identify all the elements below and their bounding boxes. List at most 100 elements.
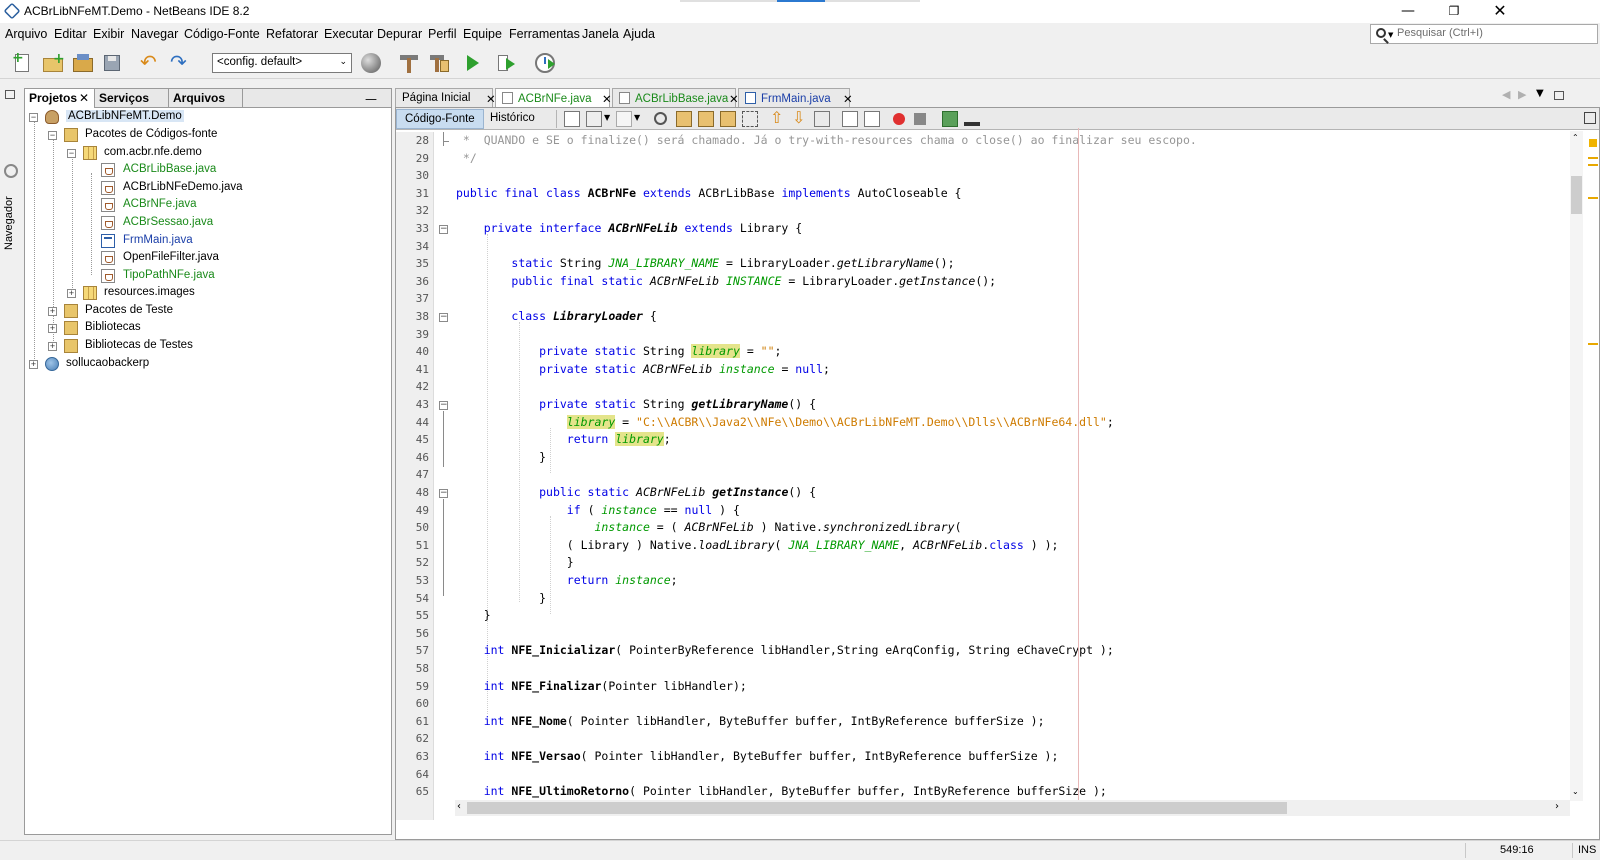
shift-right-icon[interactable] xyxy=(864,111,880,127)
line-number[interactable]: 59 xyxy=(416,680,429,693)
restore-window-group-icon[interactable] xyxy=(5,90,15,99)
maximize-window-icon[interactable] xyxy=(1554,91,1564,100)
code-line[interactable]: private interface ACBrNFeLib extends Lib… xyxy=(456,219,803,237)
toggle-bookmark-icon[interactable] xyxy=(814,111,830,127)
line-number[interactable]: 62 xyxy=(416,732,429,745)
code-line[interactable]: * QUANDO e SE o finalize() será chamado.… xyxy=(456,132,1197,149)
build-hammer-button[interactable] xyxy=(398,52,420,74)
redo-icon[interactable]: ↷ xyxy=(170,52,192,74)
code-line[interactable]: library = "C:\\ACBR\\Java2\\NFe\\Demo\\A… xyxy=(456,413,1114,431)
expand-icon[interactable]: + xyxy=(29,360,38,369)
line-number[interactable]: 51 xyxy=(416,539,429,552)
new-project-button[interactable]: + xyxy=(42,51,65,74)
code-line[interactable]: public final static ACBrNFeLib INSTANCE … xyxy=(456,272,996,290)
find-next-icon[interactable] xyxy=(698,111,714,127)
line-number[interactable]: 54 xyxy=(416,592,429,605)
tab-acbrnfe-java[interactable]: ACBrNFe.java ✕ xyxy=(495,88,612,108)
menu-navegar[interactable]: Navegar xyxy=(131,27,178,41)
collapse-icon[interactable]: − xyxy=(29,113,38,122)
code-line[interactable]: } xyxy=(456,606,491,624)
toggle-highlight-icon[interactable] xyxy=(720,111,736,127)
show-opened-documents-icon[interactable]: ▼ xyxy=(1536,88,1544,99)
collapse-icon[interactable]: − xyxy=(67,149,76,158)
line-number[interactable]: 34 xyxy=(416,240,429,253)
menu-arquivo[interactable]: Arquivo xyxy=(5,27,47,41)
code-line[interactable]: class LibraryLoader { xyxy=(456,307,656,325)
tab-arquivos[interactable]: Arquivos xyxy=(169,89,243,108)
expand-icon[interactable]: + xyxy=(67,289,76,298)
scrollbar-thumb[interactable] xyxy=(467,802,1287,814)
menu-ferramentas[interactable]: Ferramentas xyxy=(509,27,580,41)
tab-codigo-fonte[interactable]: Código-Fonte xyxy=(396,109,484,129)
warning-mark[interactable] xyxy=(1588,157,1598,159)
line-number[interactable]: 35 xyxy=(416,257,429,270)
close-icon[interactable]: ✕ xyxy=(843,92,853,106)
line-number[interactable]: 61 xyxy=(416,715,429,728)
code-line[interactable]: return library; xyxy=(456,430,671,448)
line-number[interactable]: 60 xyxy=(416,697,429,710)
next-bookmark-icon[interactable]: ⇩ xyxy=(792,110,808,127)
code-line[interactable]: public final class ACBrNFe extends ACBrL… xyxy=(456,184,961,202)
line-number[interactable]: 55 xyxy=(416,609,429,622)
line-number[interactable]: 40 xyxy=(416,345,429,358)
line-number[interactable]: 47 xyxy=(416,468,429,481)
line-number[interactable]: 39 xyxy=(416,328,429,341)
open-project-button[interactable] xyxy=(72,52,94,74)
menu-janela[interactable]: Janela xyxy=(582,27,619,41)
line-number[interactable]: 52 xyxy=(416,556,429,569)
collapse-fold-icon[interactable]: − xyxy=(439,225,448,234)
previous-bookmark-icon[interactable]: ⇧ xyxy=(770,110,786,127)
code-line[interactable]: int NFE_Finalizar(Pointer libHandler); xyxy=(456,677,747,695)
restore-button[interactable]: ❐ xyxy=(1431,0,1477,23)
browser-globe-button[interactable] xyxy=(360,52,382,74)
tab-servicos[interactable]: Serviços xyxy=(95,89,169,108)
tab-frmmain-java[interactable]: FrmMain.java ✕ xyxy=(738,88,853,108)
close-icon[interactable]: ✕ xyxy=(602,92,612,106)
config-select[interactable]: <config. default> ⌄ xyxy=(212,53,352,73)
collapse-fold-icon[interactable]: − xyxy=(439,313,448,322)
line-number[interactable]: 48 xyxy=(416,486,429,499)
collapse-fold-icon[interactable]: − xyxy=(439,489,448,498)
vertical-scrollbar[interactable]: ⌃ ⌄ xyxy=(1570,131,1583,801)
code-line[interactable]: int NFE_Inicializar( PointerByReference … xyxy=(456,641,1114,659)
menu-depurar[interactable]: Depurar xyxy=(377,27,422,41)
horizontal-scrollbar[interactable]: ‹ › xyxy=(455,800,1570,816)
code-line[interactable]: private static String getLibraryName() { xyxy=(456,395,816,413)
tab-projetos[interactable]: Projetos ✕ xyxy=(25,89,95,108)
new-file-button[interactable]: + xyxy=(12,51,34,74)
tab-historico[interactable]: Histórico xyxy=(482,109,543,129)
line-number[interactable]: 37 xyxy=(416,292,429,305)
tab-pagina-inicial[interactable]: Página Inicial ✕ xyxy=(395,88,496,108)
line-number[interactable]: 57 xyxy=(416,644,429,657)
menu-codigo-fonte[interactable]: Código-Fonte xyxy=(184,27,260,41)
expand-icon[interactable]: + xyxy=(48,324,57,333)
last-edit-icon[interactable] xyxy=(564,111,580,127)
code-line[interactable]: return instance; xyxy=(456,571,678,589)
line-number[interactable]: 45 xyxy=(416,433,429,446)
stop-macro-icon[interactable] xyxy=(914,113,926,125)
line-number[interactable]: 64 xyxy=(416,768,429,781)
save-all-button[interactable] xyxy=(102,52,124,74)
start-macro-icon[interactable] xyxy=(893,113,905,125)
line-number[interactable]: 49 xyxy=(416,504,429,517)
scroll-right-icon[interactable]: › xyxy=(1555,801,1559,812)
code-line[interactable]: } xyxy=(456,553,574,571)
code-line[interactable]: if ( instance == null ) { xyxy=(456,501,740,519)
line-number[interactable]: 56 xyxy=(416,627,429,640)
scroll-down-icon[interactable]: ⌄ xyxy=(1572,787,1579,796)
scroll-up-icon[interactable]: ⌃ xyxy=(1572,133,1579,142)
search-input[interactable]: ▼ Pesquisar (Ctrl+I) xyxy=(1370,24,1598,44)
code-line[interactable]: */ xyxy=(456,149,477,167)
collapse-icon[interactable]: − xyxy=(48,131,57,140)
find-selection-icon[interactable] xyxy=(654,112,667,125)
back-dropdown-icon[interactable]: ▼ xyxy=(604,113,610,122)
undo-icon[interactable]: ↶ xyxy=(140,52,162,74)
split-editor-icon[interactable] xyxy=(1584,112,1596,124)
code-line[interactable]: int NFE_UltimoRetorno( Pointer libHandle… xyxy=(456,782,1107,800)
line-number[interactable]: 50 xyxy=(416,521,429,534)
find-previous-icon[interactable] xyxy=(676,111,692,127)
warning-mark[interactable] xyxy=(1588,343,1598,345)
clean-build-button[interactable] xyxy=(428,52,450,74)
line-number[interactable]: 53 xyxy=(416,574,429,587)
line-number[interactable]: 38 xyxy=(416,310,429,323)
